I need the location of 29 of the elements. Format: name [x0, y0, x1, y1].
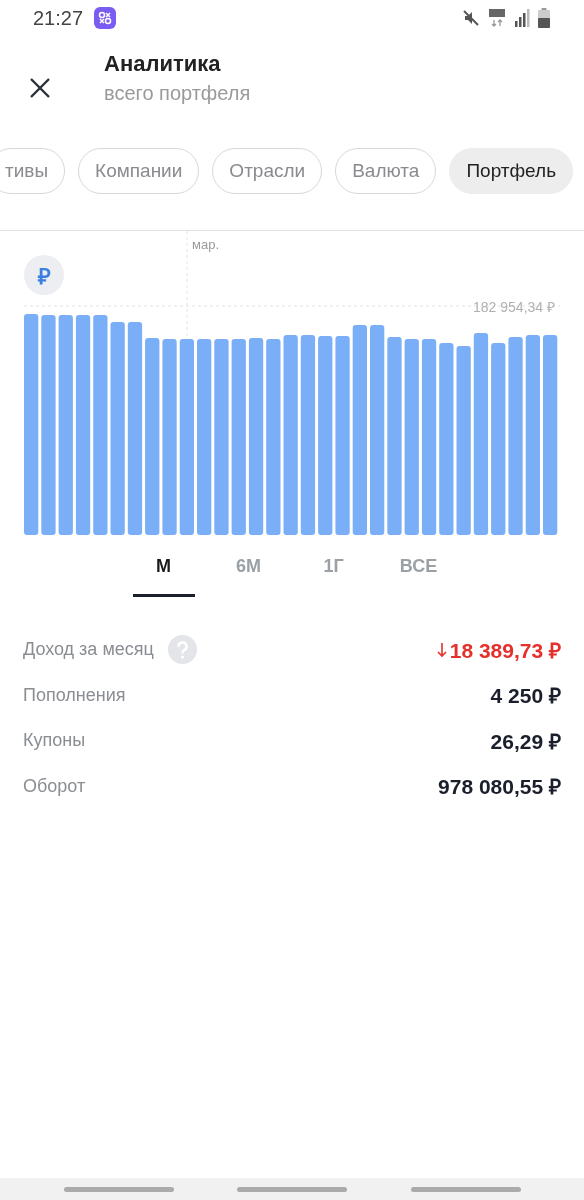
status-time: 21:27 [33, 6, 84, 30]
currency-badge: ₽ [24, 255, 64, 295]
filter-chip[interactable]: Отрасли [212, 148, 323, 194]
down-arrow-icon [436, 641, 447, 658]
filter-chip[interactable]: Портфель [449, 148, 574, 194]
period-tab[interactable]: М [121, 535, 206, 597]
stat-value: 26,29 ₽ [490, 728, 561, 755]
network-icon [488, 8, 506, 28]
month-label: мар. [192, 237, 219, 252]
period-tab[interactable]: ВСЕ [376, 535, 461, 597]
period-tab[interactable]: 6М [206, 535, 291, 597]
mute-icon [462, 9, 480, 27]
page-subtitle: всего портфеля [104, 81, 251, 106]
stat-label: Пополнения [23, 684, 126, 706]
reference-value: 182 954,34 ₽ [473, 298, 555, 316]
stat-value: 4 250 ₽ [490, 683, 561, 710]
signal-icon [514, 9, 530, 27]
filter-chip[interactable]: Компании [78, 148, 200, 194]
stat-value: 978 080,55 ₽ [438, 774, 561, 801]
stat-label: Доход за месяц [23, 639, 154, 661]
stat-label: Купоны [23, 730, 86, 752]
filter-chip[interactable]: Валюта [335, 148, 437, 194]
app-icon [94, 7, 117, 29]
battery-icon [538, 8, 550, 28]
stat-value: 18 389,73 ₽ [436, 635, 561, 664]
period-tab[interactable]: 1Г [291, 535, 376, 597]
filter-chip[interactable]: тивы [0, 148, 66, 194]
page-title: Аналитика [104, 50, 222, 78]
stat-label: Оборот [23, 775, 86, 797]
